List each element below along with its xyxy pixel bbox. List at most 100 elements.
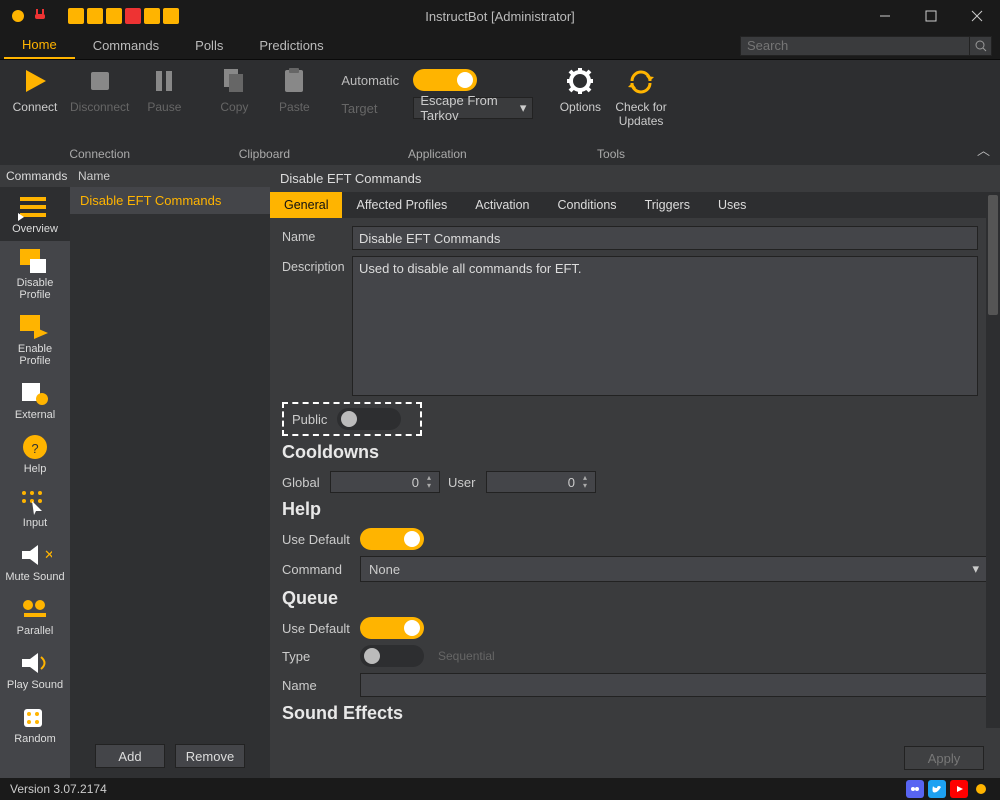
- rail-help[interactable]: ?Help: [0, 427, 70, 481]
- command-dropdown[interactable]: None▾: [360, 556, 988, 582]
- status-bar: Version 3.07.2174: [0, 778, 1000, 800]
- rail-header: Commands: [0, 165, 70, 187]
- tab-affected-profiles[interactable]: Affected Profiles: [342, 192, 461, 218]
- tab-polls[interactable]: Polls: [177, 32, 241, 59]
- queue-name-input[interactable]: [360, 673, 988, 697]
- global-label: Global: [282, 475, 322, 490]
- collapse-ribbon-icon[interactable]: ︿: [977, 140, 990, 159]
- titlebar-badges: [68, 8, 179, 24]
- svg-text:?: ?: [31, 441, 38, 456]
- tab-home[interactable]: Home: [4, 32, 75, 59]
- app-icon: [10, 8, 26, 24]
- close-button[interactable]: [954, 0, 1000, 32]
- group-label-connection: Connection: [10, 147, 189, 163]
- tab-activation[interactable]: Activation: [461, 192, 543, 218]
- copy-button[interactable]: Copy: [209, 66, 259, 114]
- badge-icon: [125, 8, 141, 24]
- group-label-tools: Tools: [555, 147, 666, 163]
- badge-icon: [68, 8, 84, 24]
- automatic-toggle[interactable]: [413, 69, 477, 91]
- type-toggle[interactable]: [360, 645, 424, 667]
- command-row[interactable]: Disable EFT Commands: [70, 187, 270, 214]
- tab-triggers[interactable]: Triggers: [631, 192, 704, 218]
- user-label: User: [448, 475, 478, 490]
- svg-text:✕: ✕: [44, 547, 52, 562]
- twitter-icon[interactable]: [928, 780, 946, 798]
- chevron-down-icon: ▾: [972, 561, 979, 577]
- app-mini-icon[interactable]: [972, 780, 990, 798]
- target-dropdown[interactable]: Escape From Tarkov▾: [413, 97, 533, 119]
- menu-bar: Home Commands Polls Predictions: [0, 32, 1000, 60]
- group-label-clipboard: Clipboard: [209, 147, 319, 163]
- options-button[interactable]: Options: [555, 66, 605, 128]
- global-input[interactable]: 0▴▾: [330, 471, 440, 493]
- rail-overview[interactable]: Overview: [0, 187, 70, 241]
- help-use-default-toggle[interactable]: [360, 528, 424, 550]
- add-button[interactable]: Add: [95, 744, 165, 768]
- queue-use-default-label: Use Default: [282, 621, 352, 636]
- chevron-down-icon: ▾: [520, 100, 527, 116]
- tab-predictions[interactable]: Predictions: [241, 32, 341, 59]
- search-icon[interactable]: [970, 36, 992, 56]
- window-title: InstructBot [Administrator]: [425, 9, 575, 24]
- apply-button[interactable]: Apply: [904, 746, 984, 770]
- badge-icon: [87, 8, 103, 24]
- youtube-icon[interactable]: [950, 780, 968, 798]
- check-updates-button[interactable]: Check for Updates: [615, 66, 666, 128]
- connect-button[interactable]: Connect: [10, 66, 60, 114]
- badge-icon: [144, 8, 160, 24]
- queue-name-label: Name: [282, 678, 352, 693]
- public-toggle[interactable]: [337, 408, 401, 430]
- commands-list-panel: Name Disable EFT Commands Add Remove: [70, 165, 270, 778]
- help-use-default-label: Use Default: [282, 532, 352, 547]
- maximize-button[interactable]: [908, 0, 954, 32]
- discord-icon[interactable]: [906, 780, 924, 798]
- rail-parallel[interactable]: Parallel: [0, 589, 70, 643]
- type-label: Type: [282, 649, 352, 664]
- queue-header: Queue: [282, 588, 988, 609]
- minimize-button[interactable]: [862, 0, 908, 32]
- editor-title: Disable EFT Commands: [270, 165, 1000, 192]
- scrollbar[interactable]: [986, 195, 1000, 728]
- rail-input[interactable]: Input: [0, 481, 70, 535]
- type-value: Sequential: [438, 649, 495, 663]
- public-label: Public: [292, 412, 327, 427]
- rail-play-sound[interactable]: Play Sound: [0, 643, 70, 697]
- help-header: Help: [282, 499, 988, 520]
- group-label-application: Application: [341, 147, 533, 163]
- editor-tabs: General Affected Profiles Activation Con…: [270, 192, 1000, 218]
- remove-button[interactable]: Remove: [175, 744, 245, 768]
- ribbon: Connect Disconnect Pause Connection Copy…: [0, 60, 1000, 165]
- editor-panel: Disable EFT Commands General Affected Pr…: [270, 165, 1000, 778]
- automatic-label: Automatic: [341, 73, 401, 88]
- version-label: Version 3.07.2174: [10, 782, 107, 796]
- rail-disable-profile[interactable]: Disable Profile: [0, 241, 70, 307]
- search-input[interactable]: [740, 36, 970, 56]
- description-label: Description: [282, 256, 352, 274]
- name-label: Name: [282, 226, 352, 244]
- badge-icon: [106, 8, 122, 24]
- badge-icon: [163, 8, 179, 24]
- name-input[interactable]: [352, 226, 978, 250]
- queue-use-default-toggle[interactable]: [360, 617, 424, 639]
- disconnect-button[interactable]: Disconnect: [70, 66, 129, 114]
- command-label: Command: [282, 562, 352, 577]
- rail-enable-profile[interactable]: Enable Profile: [0, 307, 70, 373]
- commands-list-header: Name: [70, 165, 270, 187]
- rail-external[interactable]: External: [0, 373, 70, 427]
- rail-mute-sound[interactable]: ✕Mute Sound: [0, 535, 70, 589]
- user-input[interactable]: 0▴▾: [486, 471, 596, 493]
- tab-general[interactable]: General: [270, 192, 342, 218]
- titlebar: InstructBot [Administrator]: [0, 0, 1000, 32]
- tab-uses[interactable]: Uses: [704, 192, 760, 218]
- tab-commands[interactable]: Commands: [75, 32, 177, 59]
- paste-button[interactable]: Paste: [269, 66, 319, 114]
- rail-random[interactable]: Random: [0, 697, 70, 751]
- target-label: Target: [341, 101, 401, 116]
- description-input[interactable]: [352, 256, 978, 396]
- tab-conditions[interactable]: Conditions: [543, 192, 630, 218]
- left-rail: Commands Overview Disable Profile Enable…: [0, 165, 70, 778]
- pause-button[interactable]: Pause: [139, 66, 189, 114]
- plug-icon: [32, 8, 48, 24]
- cooldowns-header: Cooldowns: [282, 442, 988, 463]
